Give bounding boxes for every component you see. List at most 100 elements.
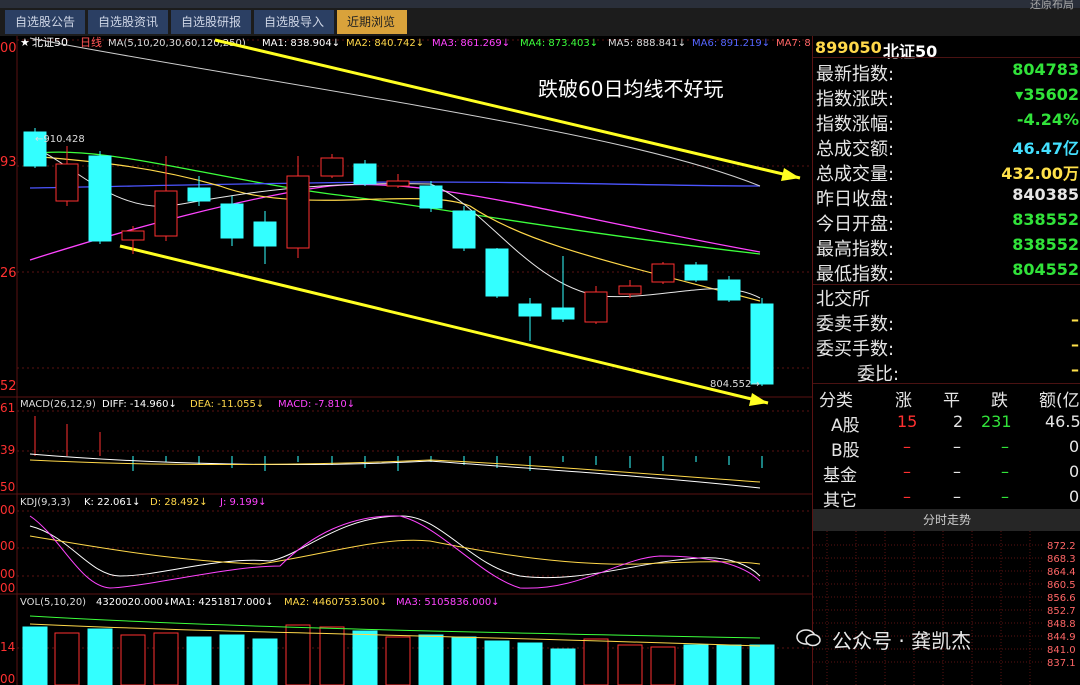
intraday-axis-label: 856.6: [1047, 593, 1076, 604]
vol-ma3: MA3: 5105836.000↓: [396, 597, 500, 608]
candle-body[interactable]: [452, 210, 476, 249]
col-flat: 平: [943, 391, 960, 411]
intraday-axis-label: 868.3: [1047, 554, 1076, 565]
candle-body[interactable]: [717, 279, 741, 301]
ma6-value: MA6: 891.219↓: [692, 38, 770, 49]
row-a-flat: 2: [953, 412, 964, 431]
macd-axis-2: 39: [0, 443, 15, 457]
tab-watchlist-news[interactable]: 自选股资讯: [88, 10, 168, 34]
ma5-value: MA5: 888.841↓: [608, 38, 686, 49]
index-name: 北证50: [32, 36, 68, 49]
vol-axis-1: 14: [0, 640, 15, 654]
candle-body[interactable]: [651, 263, 675, 283]
tab-watchlist-announcements[interactable]: 自选股公告: [5, 10, 85, 34]
intraday-axis-label: 837.1: [1047, 658, 1076, 669]
candle-body[interactable]: [220, 203, 244, 239]
quote-row-high: 最高指数: 838552: [816, 235, 1079, 260]
restore-layout-button[interactable]: 还原布局: [1030, 0, 1074, 12]
candle-body[interactable]: [353, 163, 377, 185]
vol-label: VOL(5,10,20): [20, 597, 86, 608]
macd-dea: DEA: -11.055↓: [190, 399, 264, 410]
period-label[interactable]: 日线: [80, 36, 102, 49]
quote-row-turnover: 总成交额: 46.47亿: [816, 139, 1079, 160]
candle-body[interactable]: [419, 185, 443, 209]
volume-bar: [716, 644, 742, 685]
candle-body[interactable]: [551, 307, 575, 320]
ma2-value: MA2: 840.742↓: [346, 38, 424, 49]
volume-bar: [153, 632, 179, 685]
candle-body[interactable]: [187, 187, 211, 202]
candle-body[interactable]: [518, 303, 542, 317]
row-b-down: –: [1001, 437, 1009, 456]
volume-bar: [550, 648, 576, 685]
row-other-flat: –: [953, 487, 961, 506]
quote-row-change: 指数涨跌: ▾35602: [816, 85, 1079, 110]
axis-label-1: 00: [0, 41, 17, 56]
axis-label-2: 93: [0, 155, 17, 170]
candle-body[interactable]: [750, 303, 774, 385]
candle-body[interactable]: [386, 180, 410, 187]
candle-body[interactable]: [253, 221, 277, 247]
tab-bar: 自选股公告 自选股资讯 自选股研报 自选股导入 近期浏览 还原布局: [0, 0, 1080, 37]
volume-bar: [451, 636, 477, 685]
intraday-axis-label: 872.2: [1047, 541, 1076, 552]
candle-body[interactable]: [55, 163, 79, 202]
volume-bar: [683, 644, 709, 685]
intraday-chart[interactable]: 872.2 868.3 864.4 860.5 856.6 852.7 848.8 844.9…: [813, 531, 1080, 685]
volume-bar: [418, 634, 444, 685]
kline-chart[interactable]: ★ 北证50 日线 MA(5,10,20,30,60,120,250) MA1:…: [0, 36, 812, 685]
toolbar-strip: [0, 0, 1080, 8]
quote-row-prev-close: 昨日收盘: 840385: [816, 185, 1079, 210]
candle-body[interactable]: [584, 291, 608, 323]
volume-bar: [650, 646, 676, 685]
macd-axis-3: 50: [0, 480, 15, 494]
intraday-title[interactable]: 分时走势: [813, 509, 1080, 531]
ma4-value: MA4: 873.403↓: [520, 38, 598, 49]
quote-index-name: 北证50: [883, 42, 938, 61]
volume-bar: [617, 644, 643, 685]
quote-panel: 899050 北证50 最新指数: 804783 指数涨跌: ▾35602 指数涨幅…: [812, 36, 1080, 685]
intraday-axis-label: 852.7: [1047, 606, 1076, 617]
row-fund-flat: –: [953, 462, 961, 481]
kdj-axis-1: 00: [0, 503, 15, 517]
candle-body[interactable]: [286, 175, 310, 249]
candle-body[interactable]: [684, 264, 708, 281]
index-code: 899050: [815, 38, 882, 57]
row-fund-up: –: [903, 462, 911, 481]
candle-body[interactable]: [88, 155, 112, 242]
vol-value: 4320020.000↓: [96, 597, 171, 608]
candle-body[interactable]: [121, 230, 145, 241]
macd-label: MACD(26,12,9): [20, 399, 96, 410]
kdj-axis-3: 00: [0, 567, 15, 581]
volume-bar: [285, 624, 311, 685]
sell-hands-row: 委卖手数: –: [816, 310, 1079, 335]
row-other-cat: 其它: [823, 491, 857, 511]
quote-row-low: 最低指数: 804552: [816, 260, 1079, 285]
candle-body[interactable]: [618, 285, 642, 295]
candle-body[interactable]: [320, 157, 344, 177]
volume-bar: [252, 638, 278, 685]
intraday-axis-label: 860.5: [1047, 580, 1076, 591]
candle-body[interactable]: [485, 248, 509, 297]
kdj-axis-4: 00: [0, 581, 15, 595]
macd-value: MACD: -7.810↓: [278, 399, 355, 410]
axis-label-4: 52: [0, 379, 17, 394]
star-icon: ★: [20, 36, 30, 49]
quote-row-latest: 最新指数: 804783: [816, 60, 1079, 85]
tab-watchlist-research[interactable]: 自选股研报: [171, 10, 251, 34]
intraday-axis-label: 844.9: [1047, 632, 1076, 643]
volume-bar: [319, 626, 345, 685]
row-a-up: 15: [897, 412, 918, 431]
tab-watchlist-import[interactable]: 自选股导入: [254, 10, 334, 34]
volume-bar: [749, 644, 775, 685]
vol-ma1: MA1: 4251817.000↓: [170, 597, 274, 608]
volume-bar: [517, 642, 543, 685]
quote-row-change-pct: 指数涨幅: -4.24%: [816, 110, 1079, 135]
row-a-amt: 46.5: [1045, 412, 1080, 431]
col-down: 跌: [991, 391, 1008, 411]
candle-body[interactable]: [154, 190, 178, 237]
row-fund-cat: 基金: [823, 466, 857, 486]
macd-axis-1: 61: [0, 401, 15, 415]
col-amount: 额(亿: [1039, 391, 1080, 411]
tab-recent[interactable]: 近期浏览: [337, 10, 407, 34]
